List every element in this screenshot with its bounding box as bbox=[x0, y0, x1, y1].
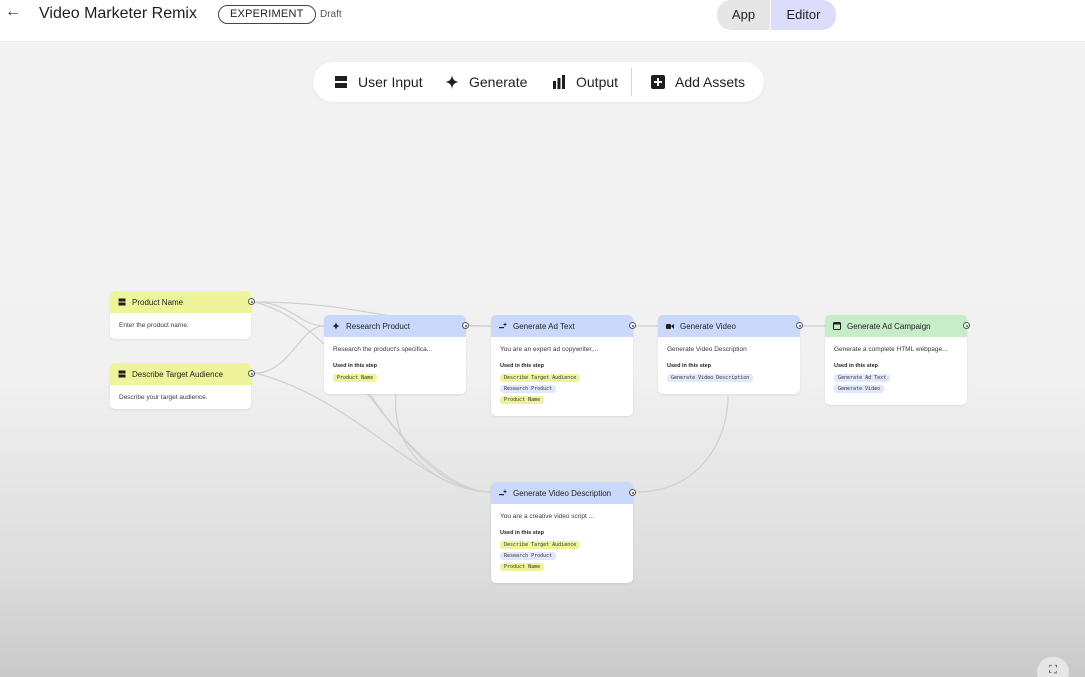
chip-research-product: Research Product bbox=[500, 385, 557, 393]
wire-research-to-video-desc-1 bbox=[369, 393, 492, 493]
node-generate-ad-campaign[interactable]: Generate Ad Campaign Generate a complete… bbox=[825, 315, 967, 405]
node-header: Product Name bbox=[110, 291, 251, 313]
node-title: Describe Target Audience bbox=[132, 369, 224, 379]
wire-audience-to-research bbox=[254, 325, 325, 374]
output-port[interactable] bbox=[462, 322, 469, 329]
output-port[interactable] bbox=[629, 322, 636, 329]
node-title: Research Product bbox=[346, 321, 411, 331]
chip-product-name: Product Name bbox=[333, 374, 378, 382]
node-target-audience[interactable]: Describe Target Audience Describe your t… bbox=[110, 363, 251, 409]
node-description: Generate Video Description bbox=[667, 346, 747, 353]
node-generate-video[interactable]: Generate Video Generate Video Descriptio… bbox=[658, 315, 800, 394]
user-input-icon bbox=[118, 298, 126, 306]
node-description: You are a creative video script ... bbox=[500, 513, 595, 520]
chip-product-name: Product Name bbox=[500, 396, 545, 404]
node-generate-video-description[interactable]: Generate Video Description You are a cre… bbox=[491, 482, 633, 583]
wire-research-to-video-desc-2 bbox=[395, 393, 492, 493]
user-input-icon bbox=[118, 370, 126, 378]
chip-research-product: Research Product bbox=[500, 552, 557, 560]
node-header: Describe Target Audience bbox=[110, 363, 251, 385]
chip-video: Generate Video bbox=[834, 385, 885, 393]
chip-product-name: Product Name bbox=[500, 563, 545, 571]
node-header: Generate Ad Text bbox=[491, 315, 633, 337]
node-title: Product Name bbox=[132, 297, 184, 307]
chip-target-audience: Describe Target Audience bbox=[500, 374, 581, 382]
output-port[interactable] bbox=[629, 489, 636, 496]
node-title: Generate Ad Campaign bbox=[847, 321, 931, 331]
used-in-step-label: Used in this step bbox=[500, 363, 545, 369]
chip-ad-text: Generate Ad Text bbox=[834, 374, 891, 382]
node-research-product[interactable]: Research Product Research the product's … bbox=[324, 315, 466, 394]
video-sparkle-icon bbox=[666, 322, 674, 330]
sparkle-icon bbox=[332, 322, 340, 330]
chip-target-audience: Describe Target Audience bbox=[500, 541, 581, 549]
node-title: Generate Ad Text bbox=[513, 321, 575, 331]
webpage-icon bbox=[833, 322, 841, 330]
output-port[interactable] bbox=[248, 298, 255, 305]
node-description: Enter the product name. bbox=[119, 322, 189, 329]
node-generate-ad-text[interactable]: Generate Ad Text You are an expert ad co… bbox=[491, 315, 633, 416]
node-description: You are an expert ad copywriter,... bbox=[500, 346, 599, 353]
text-sparkle-icon bbox=[499, 322, 508, 330]
node-title: Generate Video bbox=[680, 321, 736, 331]
node-description: Research the product's specifica... bbox=[333, 346, 433, 353]
node-header: Generate Ad Campaign bbox=[825, 315, 967, 337]
node-description: Generate a complete HTML webpage... bbox=[834, 346, 948, 353]
used-in-step-label: Used in this step bbox=[333, 363, 378, 369]
node-product-name[interactable]: Product Name Enter the product name. bbox=[110, 291, 251, 339]
used-in-step-label: Used in this step bbox=[834, 363, 879, 369]
used-in-step-label: Used in this step bbox=[667, 363, 712, 369]
chip-video-description: Generate Video Description bbox=[667, 374, 754, 382]
fit-view-icon[interactable]: ⛶ bbox=[1037, 657, 1069, 677]
node-title: Generate Video Description bbox=[513, 488, 612, 498]
output-port[interactable] bbox=[796, 322, 803, 329]
node-header: Generate Video Description bbox=[491, 482, 633, 504]
node-description: Describe your target audience. bbox=[119, 394, 208, 401]
node-header: Generate Video bbox=[658, 315, 800, 337]
used-in-step-label: Used in this step bbox=[500, 530, 545, 536]
text-sparkle-icon bbox=[499, 489, 508, 497]
output-port[interactable] bbox=[248, 370, 255, 377]
output-port[interactable] bbox=[963, 322, 970, 329]
wire-video-desc-to-video bbox=[635, 395, 729, 493]
node-header: Research Product bbox=[324, 315, 466, 337]
